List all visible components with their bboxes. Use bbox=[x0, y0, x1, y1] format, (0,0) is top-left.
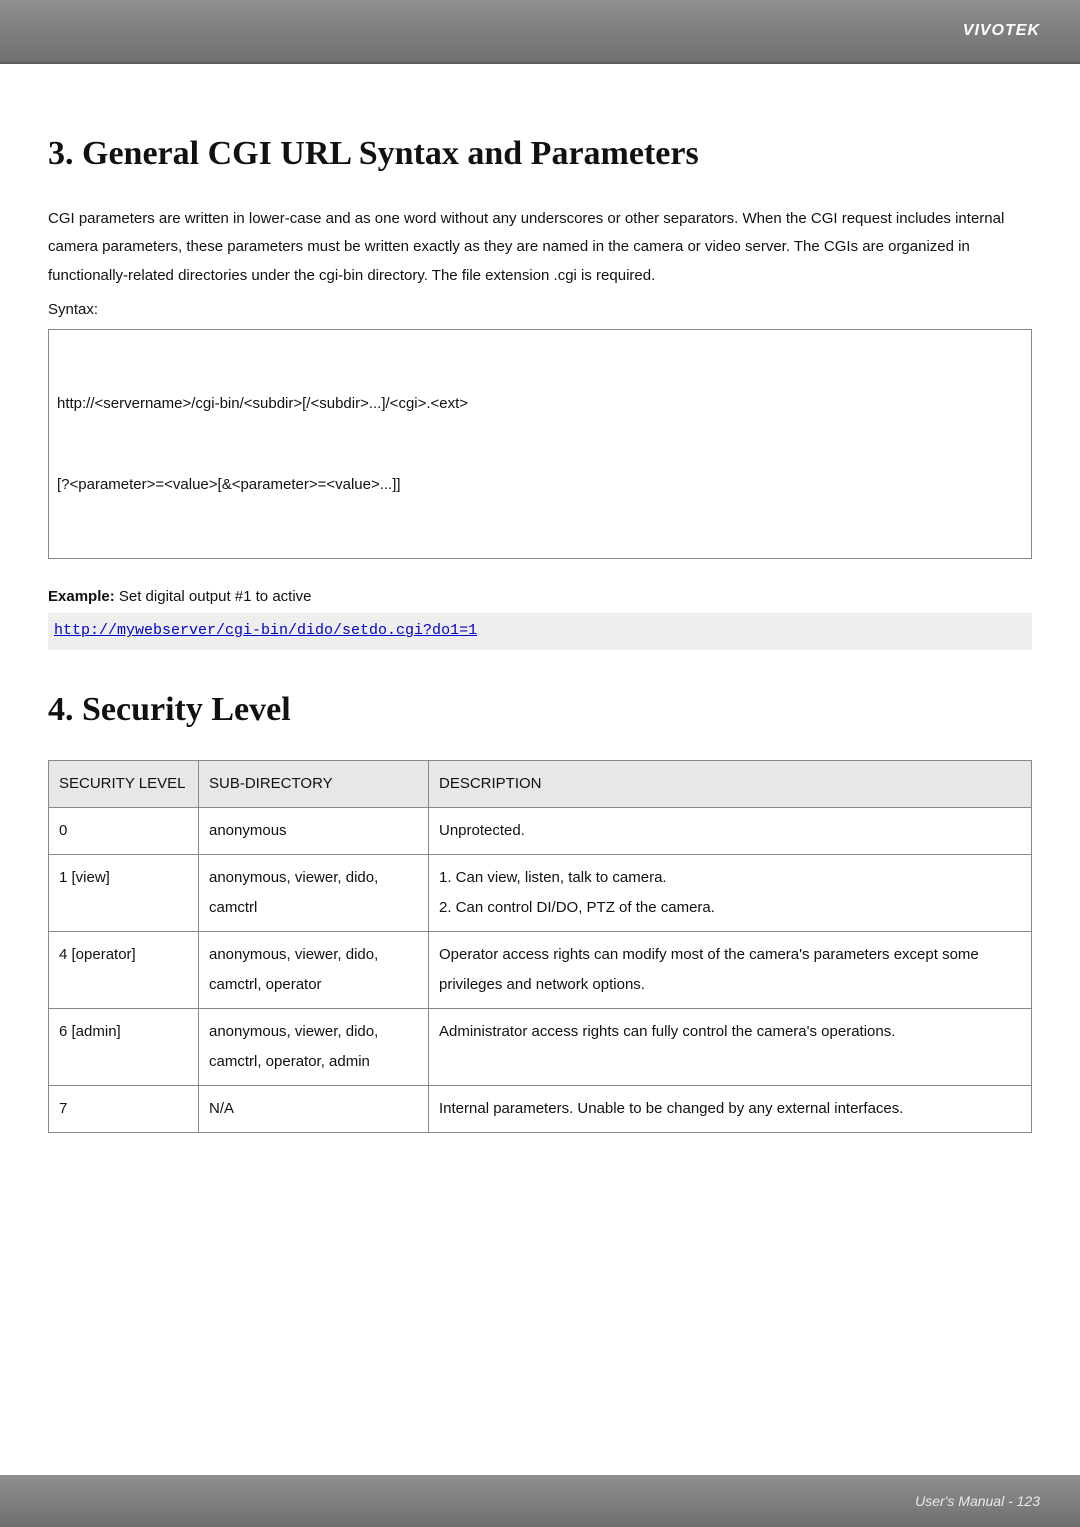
table-row: 4 [operator] anonymous, viewer, dido, ca… bbox=[49, 932, 1032, 1009]
example-label: Example: Set digital output #1 to active bbox=[48, 583, 1032, 612]
syntax-line-2: [?<parameter>=<value>[&<parameter>=<valu… bbox=[57, 471, 1023, 498]
page-footer: User's Manual - 123 bbox=[0, 1475, 1080, 1527]
th-security-level: SECURITY LEVEL bbox=[49, 761, 199, 808]
th-description: DESCRIPTION bbox=[429, 761, 1032, 808]
cell-subdir: N/A bbox=[199, 1086, 429, 1133]
cell-desc: Administrator access rights can fully co… bbox=[429, 1009, 1032, 1086]
cell-level: 1 [view] bbox=[49, 855, 199, 932]
example-url-box: http://mywebserver/cgi-bin/dido/setdo.cg… bbox=[48, 613, 1032, 650]
table-row: 6 [admin] anonymous, viewer, dido, camct… bbox=[49, 1009, 1032, 1086]
th-sub-directory: SUB-DIRECTORY bbox=[199, 761, 429, 808]
security-level-table: SECURITY LEVEL SUB-DIRECTORY DESCRIPTION… bbox=[48, 760, 1032, 1133]
cell-subdir: anonymous, viewer, dido, camctrl, operat… bbox=[199, 932, 429, 1009]
table-row: 0 anonymous Unprotected. bbox=[49, 808, 1032, 855]
cell-subdir: anonymous, viewer, dido, camctrl bbox=[199, 855, 429, 932]
brand-label: VIVOTEK bbox=[963, 22, 1040, 40]
cell-desc: Unprotected. bbox=[429, 808, 1032, 855]
section-4-title: 4. Security Level bbox=[48, 678, 1032, 743]
cell-level: 7 bbox=[49, 1086, 199, 1133]
cell-subdir: anonymous, viewer, dido, camctrl, operat… bbox=[199, 1009, 429, 1086]
cell-desc: Internal parameters. Unable to be change… bbox=[429, 1086, 1032, 1133]
cell-desc: Operator access rights can modify most o… bbox=[429, 932, 1032, 1009]
table-row: 7 N/A Internal parameters. Unable to be … bbox=[49, 1086, 1032, 1133]
page-content: 3. General CGI URL Syntax and Parameters… bbox=[0, 64, 1080, 1527]
footer-text: User's Manual - 123 bbox=[915, 1493, 1040, 1509]
example-label-bold: Example: bbox=[48, 588, 115, 605]
page-header: VIVOTEK bbox=[0, 0, 1080, 64]
cell-level: 4 [operator] bbox=[49, 932, 199, 1009]
example-url-link[interactable]: http://mywebserver/cgi-bin/dido/setdo.cg… bbox=[54, 622, 477, 639]
cell-level: 6 [admin] bbox=[49, 1009, 199, 1086]
example-label-rest: Set digital output #1 to active bbox=[115, 588, 312, 605]
cell-desc: 1. Can view, listen, talk to camera. 2. … bbox=[429, 855, 1032, 932]
section-3-title: 3. General CGI URL Syntax and Parameters bbox=[48, 122, 1032, 187]
syntax-box: http://<servername>/cgi-bin/<subdir>[/<s… bbox=[48, 329, 1032, 559]
table-row: 1 [view] anonymous, viewer, dido, camctr… bbox=[49, 855, 1032, 932]
table-header-row: SECURITY LEVEL SUB-DIRECTORY DESCRIPTION bbox=[49, 761, 1032, 808]
cell-subdir: anonymous bbox=[199, 808, 429, 855]
cell-level: 0 bbox=[49, 808, 199, 855]
syntax-line-1: http://<servername>/cgi-bin/<subdir>[/<s… bbox=[57, 390, 1023, 417]
section-3-paragraph: CGI parameters are written in lower-case… bbox=[48, 205, 1032, 291]
page: VIVOTEK 3. General CGI URL Syntax and Pa… bbox=[0, 0, 1080, 1527]
syntax-label: Syntax: bbox=[48, 296, 1032, 325]
